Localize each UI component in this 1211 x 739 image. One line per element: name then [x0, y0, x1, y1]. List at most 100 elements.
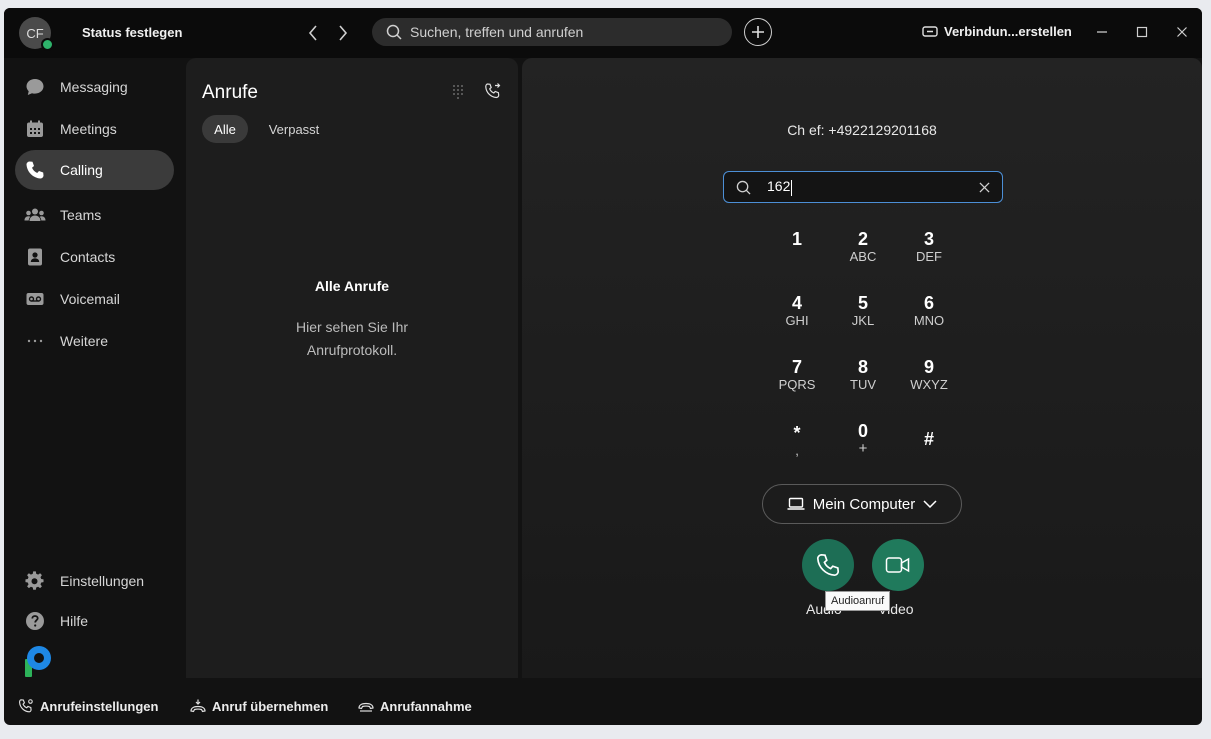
caller-id: Ch ef: +4922129201168 [787, 122, 937, 138]
audio-call-tooltip: Audioanruf [825, 591, 891, 611]
sidebar-item-help[interactable]: Hilfe [15, 601, 174, 641]
forward-button[interactable] [332, 22, 354, 44]
laptop-icon [787, 497, 805, 510]
sidebar: Messaging Meetings Calling Teams Contact… [4, 58, 184, 678]
chat-bubble-icon [24, 76, 46, 98]
sidebar-item-messaging[interactable]: Messaging [15, 67, 174, 107]
search-icon [386, 24, 402, 40]
sidebar-item-teams[interactable]: Teams [15, 195, 174, 235]
filter-all[interactable]: Alle [202, 115, 248, 143]
sidebar-item-contacts[interactable]: Contacts [15, 237, 174, 277]
minimize-button[interactable] [1092, 22, 1112, 42]
dialpad-toggle-button[interactable] [452, 84, 464, 105]
phone-icon [24, 159, 46, 181]
key-9[interactable]: 9 WXYZ [899, 357, 959, 405]
sidebar-item-label: Hilfe [60, 613, 89, 629]
dialer-panel: Ch ef: +4922129201168 162 1 2 ABC 3 DEF 4G… [522, 58, 1202, 678]
call-settings-button[interactable]: Anrufeinstellungen [18, 698, 158, 714]
connect-device-button[interactable]: Verbindun...erstellen [922, 24, 1072, 39]
call-settings-label: Anrufeinstellungen [40, 698, 159, 714]
key-3[interactable]: 3 DEF [899, 229, 959, 277]
calendar-icon [24, 118, 46, 140]
close-icon [978, 181, 990, 193]
sidebar-item-label: Teams [60, 207, 102, 223]
sidebar-item-label: Contacts [60, 249, 116, 265]
more-icon [24, 330, 46, 352]
chevron-right-icon [339, 25, 348, 41]
maximize-icon [1136, 26, 1148, 38]
key-6[interactable]: 6 MNO [899, 293, 959, 341]
dial-number-input[interactable]: 162 [723, 171, 1003, 203]
calls-title: Anrufe [202, 82, 258, 103]
sidebar-item-label: Einstellungen [60, 573, 145, 589]
sidebar-item-label: Weitere [60, 333, 108, 349]
sidebar-item-label: Calling [60, 162, 103, 178]
app-logo [23, 645, 55, 684]
sidebar-item-label: Messaging [60, 79, 128, 95]
sidebar-item-settings[interactable]: Einstellungen [15, 561, 174, 601]
sidebar-item-more[interactable]: Weitere [15, 321, 174, 361]
key-star[interactable]: *, [767, 423, 827, 471]
status-button[interactable]: Status festlegen [82, 25, 182, 40]
app-window: CF Status festlegen Suchen, treffen und … [4, 8, 1202, 725]
chevron-down-icon [923, 500, 937, 508]
dial-input-value: 162 [767, 178, 791, 195]
close-button[interactable] [1172, 22, 1192, 42]
audio-call-button[interactable] [802, 539, 854, 591]
clear-input-button[interactable] [976, 179, 992, 195]
sidebar-item-voicemail[interactable]: Voicemail [15, 279, 174, 319]
key-4[interactable]: 4 GHI [767, 293, 827, 341]
empty-state-title: Alle Anrufe [314, 278, 390, 294]
call-pickup-button[interactable]: Anruf übernehmen [190, 698, 328, 714]
phone-icon [816, 553, 840, 577]
phone-settings-icon [19, 699, 33, 713]
connect-label: Verbindun...erstellen [944, 24, 1072, 39]
avatar[interactable]: CF [19, 17, 54, 51]
sidebar-item-label: Meetings [60, 121, 117, 137]
sidebar-item-label: Voicemail [60, 291, 120, 307]
dialpad-icon [453, 85, 463, 99]
new-call-button[interactable] [484, 82, 502, 105]
people-icon [24, 204, 46, 226]
title-bar: CF Status festlegen Suchen, treffen und … [4, 8, 1202, 58]
call-answer-icon [358, 702, 374, 712]
call-pickup-icon [190, 699, 206, 713]
key-8[interactable]: 8 TUV [833, 357, 893, 405]
chevron-left-icon [308, 25, 317, 41]
close-icon [1177, 27, 1187, 37]
help-icon [24, 610, 46, 632]
voicemail-icon [24, 288, 46, 310]
maximize-button[interactable] [1132, 22, 1152, 42]
gear-icon [24, 570, 46, 592]
video-camera-icon [885, 557, 910, 573]
calls-panel: Anrufe Alle Verpasst Alle Anrufe Hier se… [186, 58, 518, 678]
video-call-button[interactable] [872, 539, 924, 591]
search-input[interactable]: Suchen, treffen und anrufen [372, 18, 732, 46]
presence-indicator [41, 38, 54, 51]
key-hash[interactable]: # [899, 429, 959, 477]
key-1[interactable]: 1 [767, 229, 827, 277]
sidebar-item-calling[interactable]: Calling [15, 150, 174, 190]
plus-icon [752, 26, 764, 38]
add-button[interactable] [744, 18, 772, 46]
device-label: Mein Computer [812, 495, 916, 513]
device-connect-icon [922, 25, 938, 37]
contacts-icon [24, 246, 46, 268]
back-button[interactable] [302, 22, 324, 44]
key-7[interactable]: 7 PQRS [767, 357, 827, 405]
filter-all-label: Alle [214, 121, 236, 137]
call-answer-button[interactable]: Anrufannahme [358, 698, 472, 714]
call-answer-label: Anrufannahme [380, 698, 472, 714]
filter-missed[interactable]: Verpasst [258, 115, 330, 143]
phone-add-icon [485, 83, 501, 99]
empty-state-text: Hier sehen Sie Ihr Anrufprotokoll. [295, 319, 409, 358]
avatar-initials: CF [26, 25, 44, 41]
minimize-icon [1097, 31, 1107, 33]
device-selector[interactable]: Mein Computer [762, 484, 962, 524]
key-2[interactable]: 2 ABC [833, 229, 893, 277]
call-pickup-label: Anruf übernehmen [212, 698, 329, 714]
key-0[interactable]: 0 + [833, 421, 893, 469]
sidebar-item-meetings[interactable]: Meetings [15, 109, 174, 149]
key-5[interactable]: 5 JKL [833, 293, 893, 341]
search-placeholder: Suchen, treffen und anrufen [410, 24, 584, 40]
